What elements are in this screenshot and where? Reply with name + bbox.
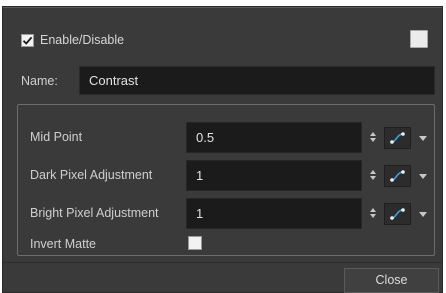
enable-disable-row[interactable]: Enable/Disable	[21, 31, 124, 49]
chevron-down-icon[interactable]	[419, 136, 427, 141]
dark-pixel-function-button[interactable]	[384, 165, 411, 187]
chevron-down-icon[interactable]	[419, 174, 427, 179]
parameters-group: Mid Point 0.5 Dark Pixel Adjustment 1 Br…	[17, 104, 435, 256]
name-label: Name:	[21, 74, 58, 88]
spin-down-icon[interactable]	[370, 214, 376, 218]
spin-down-icon[interactable]	[370, 138, 376, 142]
mid-point-function-button[interactable]	[384, 127, 411, 149]
dark-pixel-label: Dark Pixel Adjustment	[30, 168, 153, 182]
dark-pixel-field[interactable]: 1	[186, 160, 362, 191]
close-button[interactable]: Close	[344, 268, 439, 293]
bright-pixel-label: Bright Pixel Adjustment	[30, 206, 159, 220]
color-swatch-button[interactable]	[410, 30, 428, 48]
invert-matte-label: Invert Matte	[30, 237, 96, 251]
function-curve-icon	[389, 208, 405, 220]
spin-up-icon[interactable]	[370, 208, 376, 212]
mid-point-label: Mid Point	[30, 130, 83, 144]
layer-properties-dialog: Enable/Disable Name: Contrast Mid Point …	[3, 7, 442, 293]
enable-label: Enable/Disable	[40, 33, 125, 47]
name-field[interactable]: Contrast	[79, 66, 435, 95]
mid-point-spinner[interactable]	[369, 132, 377, 144]
spin-up-icon[interactable]	[370, 170, 376, 174]
bright-pixel-function-button[interactable]	[384, 203, 411, 225]
enable-checkbox[interactable]	[21, 33, 34, 47]
checkmark-icon	[22, 36, 33, 45]
dark-pixel-spinner[interactable]	[369, 170, 377, 182]
function-curve-icon	[389, 132, 405, 144]
function-curve-icon	[389, 170, 405, 182]
spin-up-icon[interactable]	[370, 132, 376, 136]
invert-matte-checkbox[interactable]	[188, 236, 202, 250]
bright-pixel-field[interactable]: 1	[186, 198, 362, 229]
mid-point-field[interactable]: 0.5	[186, 122, 362, 153]
footer-divider	[3, 262, 442, 263]
spin-down-icon[interactable]	[370, 176, 376, 180]
chevron-down-icon[interactable]	[419, 212, 427, 217]
bright-pixel-spinner[interactable]	[369, 208, 377, 220]
